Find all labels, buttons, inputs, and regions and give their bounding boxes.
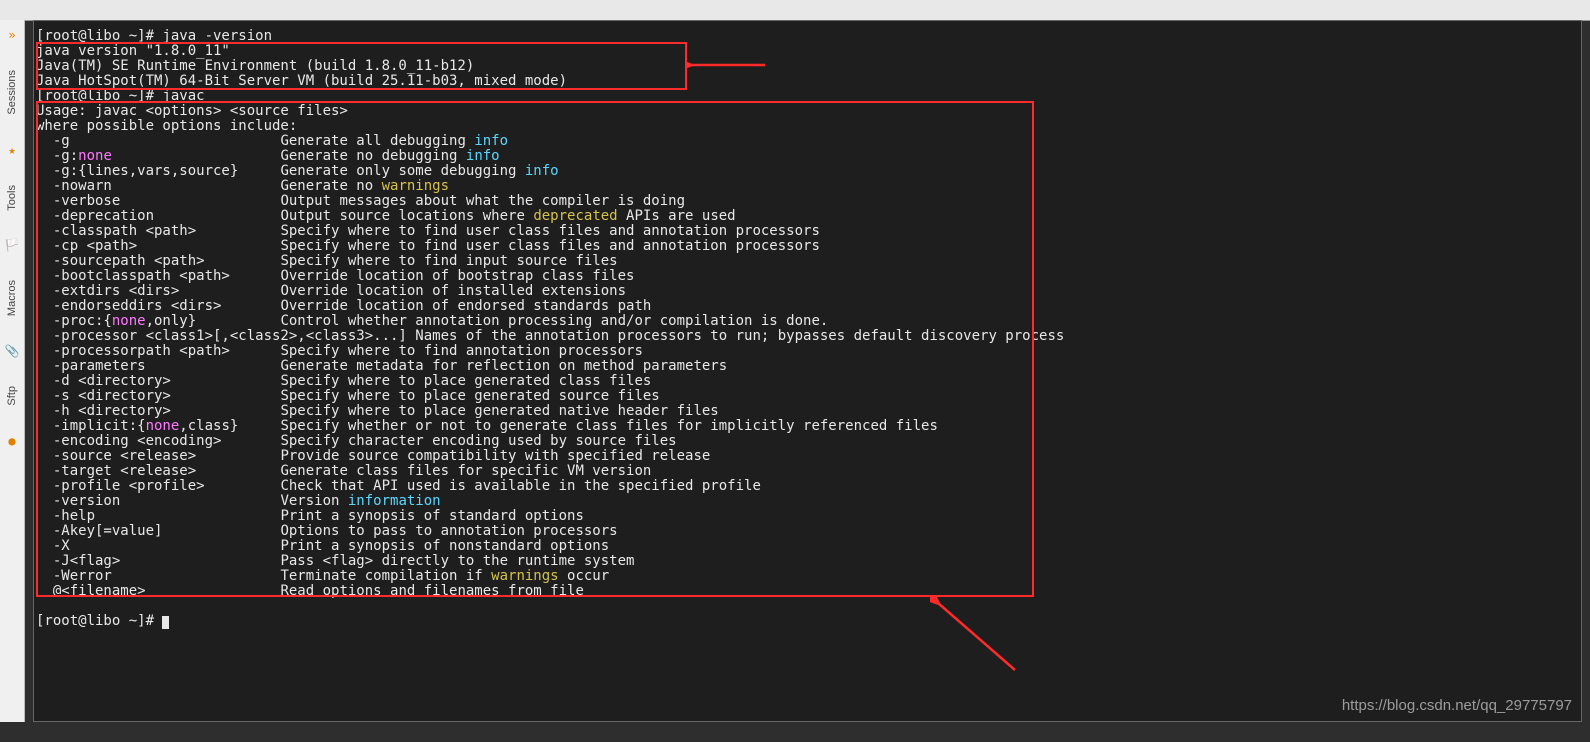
left-dock: » Sessions ★ Tools 🏳️ Macros 📎 Sftp ● xyxy=(0,20,25,722)
dock-tab-macros[interactable]: Macros xyxy=(6,280,18,316)
flag-icon: 🏳️ xyxy=(5,238,20,252)
window-tab-strip xyxy=(0,0,1590,21)
cursor xyxy=(162,616,169,629)
dock-tab-tools[interactable]: Tools xyxy=(6,185,18,211)
dot-icon: ● xyxy=(8,434,15,448)
terminal-output[interactable]: [root@libo ~]# java -version java versio… xyxy=(33,20,1582,722)
watermark-text: https://blog.csdn.net/qq_29775797 xyxy=(1342,697,1572,714)
dock-tab-sftp[interactable]: Sftp xyxy=(6,386,18,406)
clip-icon: 📎 xyxy=(5,344,20,358)
star-icon: ★ xyxy=(8,143,15,157)
dock-tab-sessions[interactable]: Sessions xyxy=(6,70,18,115)
arrow-right-icon[interactable]: » xyxy=(8,28,15,42)
